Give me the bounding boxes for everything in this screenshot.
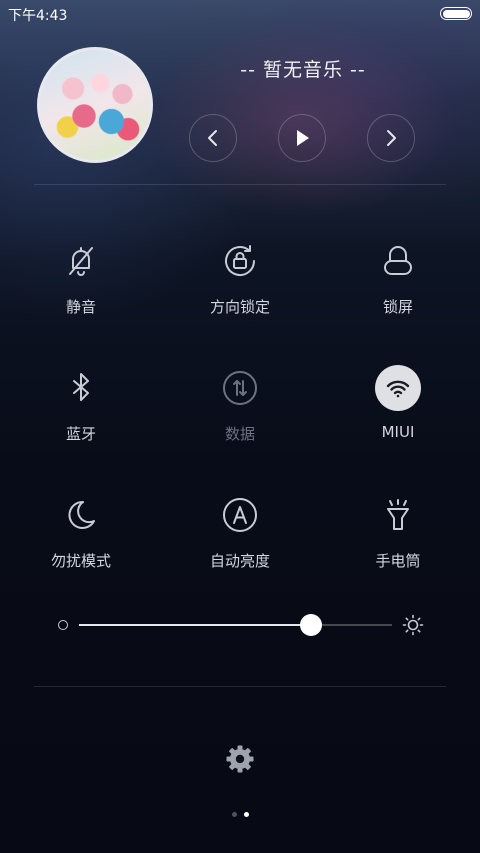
toggle-mute[interactable]: 静音: [1, 238, 161, 317]
toggle-label: 静音: [65, 298, 96, 316]
toggle-mobile-data[interactable]: 数据: [160, 365, 320, 444]
page-indicator: [0, 812, 480, 817]
wifi-icon: [375, 365, 421, 411]
track-title: -- 暂无音乐 --: [240, 59, 366, 81]
divider: [34, 686, 446, 687]
toggle-label: 方向锁定: [209, 298, 270, 316]
moon-icon: [58, 492, 104, 538]
auto-brightness-icon: [217, 492, 263, 538]
play-button[interactable]: [278, 114, 326, 162]
toggle-label: 蓝牙: [65, 425, 96, 443]
toggle-label: MIUI: [381, 423, 415, 441]
status-time: 下午4:43: [8, 8, 68, 24]
sun-icon: [402, 614, 424, 636]
flashlight-icon: [375, 492, 421, 538]
bluetooth-icon: [58, 365, 104, 411]
next-button[interactable]: [367, 114, 415, 162]
toggle-wifi[interactable]: MIUI: [318, 365, 478, 441]
toggle-lock-screen[interactable]: 锁屏: [318, 238, 478, 317]
toggle-bluetooth[interactable]: 蓝牙: [1, 365, 161, 444]
battery-icon: [440, 7, 472, 20]
toggle-flashlight[interactable]: 手电筒: [318, 492, 478, 571]
mobile-data-icon: [217, 365, 263, 411]
toggle-do-not-disturb[interactable]: 勿扰模式: [1, 492, 161, 571]
toggle-rotation-lock[interactable]: 方向锁定: [160, 238, 320, 317]
brightness-low-icon: [58, 620, 68, 630]
brightness-thumb[interactable]: [299, 614, 322, 636]
rotation-lock-icon: [217, 238, 263, 284]
toggle-label: 锁屏: [382, 298, 413, 316]
chevron-left-icon: [208, 130, 217, 146]
page-dot-active[interactable]: [243, 812, 249, 817]
brightness-fill: [79, 624, 311, 626]
toggle-auto-brightness[interactable]: 自动亮度: [160, 492, 320, 571]
divider: [34, 184, 446, 185]
brightness-slider[interactable]: [0, 608, 480, 642]
lock-icon: [375, 238, 421, 284]
gear-icon: [226, 745, 254, 773]
bell-off-icon: [58, 238, 104, 284]
album-art[interactable]: [37, 47, 153, 163]
brightness-track[interactable]: [79, 614, 392, 636]
settings-button[interactable]: [222, 741, 258, 777]
previous-button[interactable]: [189, 114, 237, 162]
toggle-label: 数据: [224, 425, 255, 443]
toggle-label: 勿扰模式: [50, 552, 111, 570]
chevron-right-icon: [387, 130, 396, 146]
status-bar: 下午4:43: [0, 0, 480, 28]
page-dot[interactable]: [231, 812, 237, 817]
toggle-label: 手电筒: [375, 552, 421, 570]
toggle-label: 自动亮度: [209, 552, 270, 570]
play-icon: [297, 130, 309, 146]
